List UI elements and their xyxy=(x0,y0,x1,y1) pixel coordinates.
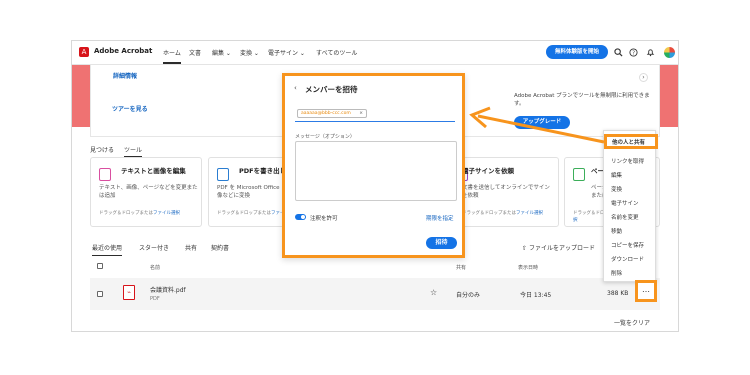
upgrade-button[interactable]: アップグレード xyxy=(514,116,570,129)
tour-link[interactable]: ツアーを見る xyxy=(112,104,148,113)
more-options-button[interactable]: … xyxy=(635,280,657,302)
menu-item-delete[interactable]: 削除 xyxy=(611,269,622,277)
invite-modal: ‹ メンバーを招待 aaaaaa@bbb-ccc.com × メッセージ（オプショ… xyxy=(282,73,465,258)
tool-card-drop: ドラッグ＆ドロップまたはファイル選択 xyxy=(462,211,543,216)
nav-edit[interactable]: 編集 ⌄ xyxy=(212,48,231,57)
clear-list-link[interactable]: 一覧をクリア xyxy=(614,318,650,327)
tab-starred[interactable]: スター付き xyxy=(139,243,169,252)
allow-comments-label: 注釈を許可 xyxy=(310,216,338,222)
pages-icon xyxy=(573,168,585,181)
menu-item-share[interactable]: 他の人と共有 xyxy=(604,134,658,149)
tab-agreements[interactable]: 契約書 xyxy=(211,243,229,252)
upload-cloud-icon: ⇧ xyxy=(522,245,528,252)
email-chip[interactable]: aaaaaa@bbb-ccc.com × xyxy=(297,109,367,118)
top-nav: A Adobe Acrobat ホーム 文書 編集 ⌄ 変換 ⌄ 電子サイン ⌄… xyxy=(72,41,678,65)
menu-item-edit[interactable]: 編集 xyxy=(611,171,622,179)
banner-accent-left xyxy=(72,65,90,127)
file-name[interactable]: 会議資料.pdf xyxy=(150,285,186,294)
menu-item-save-copy[interactable]: コピーを保存 xyxy=(611,241,644,249)
bell-icon[interactable] xyxy=(646,48,655,57)
allow-comments-toggle[interactable] xyxy=(295,214,306,220)
message-textarea[interactable] xyxy=(295,141,457,201)
tool-card-desc: 文書を送信してオンラインでサインを依頼 xyxy=(462,185,550,199)
menu-item-rename[interactable]: 名前を変更 xyxy=(611,213,639,221)
next-chevron-icon[interactable]: › xyxy=(639,73,648,82)
search-icon[interactable] xyxy=(614,48,623,57)
menu-item-move[interactable]: 移動 xyxy=(611,227,622,235)
nav-all-tools[interactable]: すべてのツール xyxy=(316,48,357,57)
file-size: 388 KB xyxy=(607,290,629,297)
tool-card-desc: テキスト、画像、ページなどを変更または追加 xyxy=(99,185,198,199)
column-shared: 共有 xyxy=(456,265,467,271)
svg-text:?: ? xyxy=(632,51,635,57)
deadline-link[interactable]: 期限を指定 xyxy=(426,214,454,222)
star-icon[interactable]: ☆ xyxy=(430,288,437,297)
menu-item-share-label: 他の人と共有 xyxy=(612,140,646,146)
context-menu: リンクを取得 編集 変換 電子サイン 名前を変更 移動 コピーを保存 ダウンロー… xyxy=(603,130,656,282)
nav-convert[interactable]: 変換 ⌄ xyxy=(240,48,259,57)
nav-esign[interactable]: 電子サイン ⌄ xyxy=(268,48,305,57)
back-chevron-icon[interactable]: ‹ xyxy=(294,84,297,92)
remove-chip-icon[interactable]: × xyxy=(359,110,363,118)
file-opened: 今日 13:45 xyxy=(520,292,552,299)
details-link[interactable]: 詳細情報 xyxy=(113,71,137,80)
free-trial-button[interactable]: 無料体験版を開始 xyxy=(546,45,608,59)
help-icon[interactable]: ? xyxy=(629,48,638,57)
file-shared: 自分のみ xyxy=(456,292,481,299)
select-all-checkbox[interactable] xyxy=(97,263,103,269)
tab-find[interactable]: 見つける xyxy=(90,145,114,154)
column-opened: 表示日時 xyxy=(518,265,539,271)
tab-recent[interactable]: 最近の使用 xyxy=(92,243,123,256)
menu-item-get-link[interactable]: リンクを取得 xyxy=(611,157,644,165)
file-select-link[interactable]: ファイル選択 xyxy=(153,211,180,216)
tab-shared[interactable]: 共有 xyxy=(185,243,197,252)
nav-documents[interactable]: 文書 xyxy=(189,48,201,57)
menu-item-download[interactable]: ダウンロード xyxy=(611,255,644,263)
file-type: PDF xyxy=(150,296,160,302)
upload-file-link[interactable]: ⇧ ファイルをアップロード xyxy=(522,243,595,252)
row-checkbox[interactable] xyxy=(97,291,103,297)
tab-tools[interactable]: ツール xyxy=(124,145,143,157)
menu-item-convert[interactable]: 変換 xyxy=(611,185,622,193)
tool-card-title: テキストと画像を編集 xyxy=(121,167,186,175)
banner-accent-right xyxy=(660,65,678,127)
file-select-link[interactable]: ファイル選択 xyxy=(516,211,543,216)
tool-card-edit[interactable]: テキストと画像を編集 テキスト、画像、ページなどを変更または追加 ドラッグ＆ドロ… xyxy=(90,157,202,227)
message-label: メッセージ（オプション） xyxy=(295,134,355,140)
nav-home[interactable]: ホーム xyxy=(163,48,181,64)
tool-card-title: 電子サインを依頼 xyxy=(462,167,514,175)
invite-button[interactable]: 招待 xyxy=(426,237,457,249)
email-field[interactable] xyxy=(295,121,455,122)
tool-card-drop: ドラッグ＆ドロップまたはファイル選択 xyxy=(99,211,180,216)
avatar[interactable] xyxy=(664,47,675,58)
promo-text: Adobe Acrobat プランでツールを無制限に利用できます。 xyxy=(514,93,650,107)
edit-text-icon xyxy=(99,168,111,181)
modal-title: メンバーを招待 xyxy=(305,85,358,94)
column-name: 名前 xyxy=(150,265,161,271)
table-row[interactable] xyxy=(90,278,660,310)
menu-item-esign[interactable]: 電子サイン xyxy=(611,199,639,207)
pdf-file-icon: ⌁ xyxy=(123,285,135,300)
brand-name: Adobe Acrobat xyxy=(94,47,153,55)
acrobat-logo-icon: A xyxy=(79,47,89,57)
export-pdf-icon xyxy=(217,168,229,181)
